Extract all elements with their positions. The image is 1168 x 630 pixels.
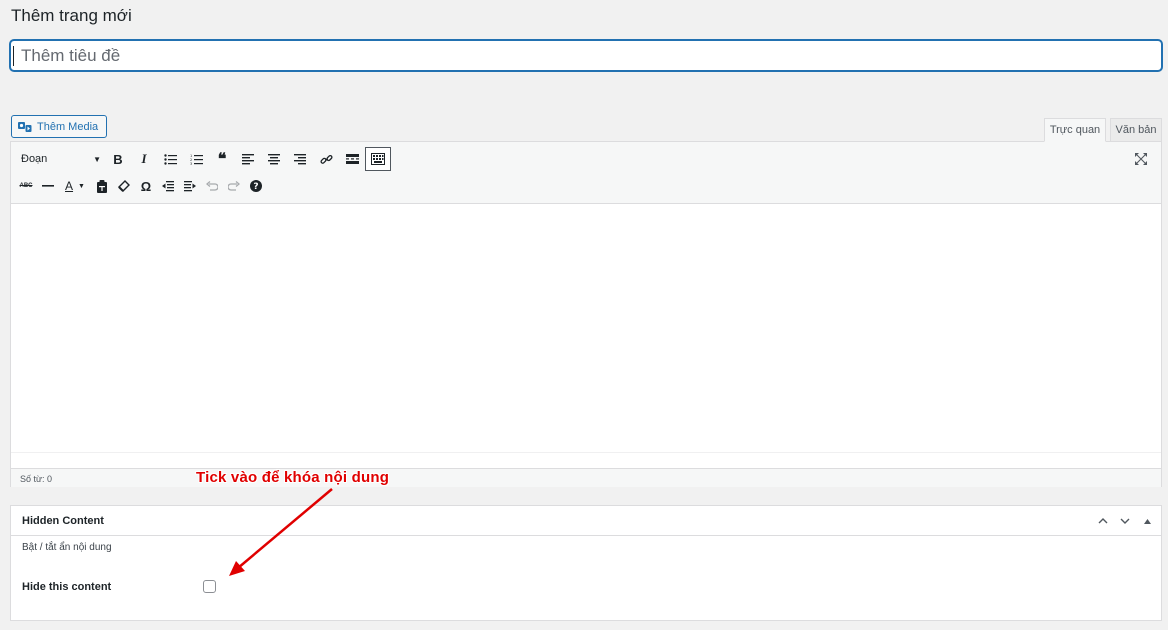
tab-text[interactable]: Văn bản <box>1110 118 1162 142</box>
metabox-title: Hidden Content <box>11 506 1161 536</box>
move-down-icon[interactable] <box>1117 513 1133 529</box>
metabox-controls <box>1095 513 1155 529</box>
editor-content-area[interactable] <box>11 204 1161 452</box>
align-left-icon[interactable] <box>235 147 261 171</box>
dropdown-arrow-icon: ▼ <box>93 154 101 164</box>
hidden-content-metabox: Hidden Content Bật / tắt ẩn nội dung Hid… <box>10 505 1162 621</box>
svg-text:?: ? <box>253 182 258 192</box>
toolbar-row-1: Đoạn ▼ B I 123 ❝ <box>15 146 391 172</box>
align-center-icon[interactable] <box>261 147 287 171</box>
annotation-text: Tick vào để khóa nội dung <box>196 469 390 486</box>
editor-divider <box>11 452 1161 453</box>
read-more-icon[interactable] <box>339 147 365 171</box>
format-select-value: Đoạn <box>21 153 48 165</box>
blockquote-icon[interactable]: ❝ <box>209 147 235 171</box>
add-media-button[interactable]: Thêm Media <box>11 115 108 138</box>
move-up-icon[interactable] <box>1095 513 1111 529</box>
toolbar-toggle-icon[interactable] <box>365 147 391 171</box>
numbered-list-icon[interactable]: 123 <box>183 147 209 171</box>
bold-icon[interactable]: B <box>105 147 131 171</box>
link-icon[interactable] <box>313 147 339 171</box>
special-character-icon[interactable]: Ω <box>135 174 157 198</box>
word-count: Số từ: 0 <box>11 468 1161 487</box>
hide-content-label: Hide this content <box>22 581 112 593</box>
undo-icon[interactable] <box>201 174 223 198</box>
format-select[interactable]: Đoạn ▼ <box>15 147 105 171</box>
metabox-description: Bật / tắt ẩn nội dung <box>22 542 112 553</box>
tab-visual[interactable]: Trực quan <box>1044 118 1106 142</box>
editor: Đoạn ▼ B I 123 ❝ ABC A ▼ Ω ? Số từ: 0 <box>10 141 1162 487</box>
editor-toolbar: Đoạn ▼ B I 123 ❝ ABC A ▼ Ω ? <box>11 142 1161 204</box>
fullscreen-icon[interactable] <box>1129 148 1153 170</box>
bullet-list-icon[interactable] <box>157 147 183 171</box>
add-media-label: Thêm Media <box>37 120 99 133</box>
italic-icon[interactable]: I <box>131 147 157 171</box>
svg-text:3: 3 <box>190 162 192 165</box>
help-icon[interactable]: ? <box>245 174 267 198</box>
hide-content-checkbox[interactable] <box>203 580 216 593</box>
align-right-icon[interactable] <box>287 147 313 171</box>
media-icon <box>18 121 32 133</box>
collapse-toggle-icon[interactable] <box>1139 513 1155 529</box>
indent-icon[interactable] <box>179 174 201 198</box>
paste-text-icon[interactable] <box>91 174 113 198</box>
text-color-icon[interactable]: A ▼ <box>59 174 91 198</box>
redo-icon[interactable] <box>223 174 245 198</box>
clear-formatting-icon[interactable] <box>113 174 135 198</box>
strikethrough-icon[interactable]: ABC <box>15 174 37 198</box>
horizontal-line-icon[interactable] <box>37 174 59 198</box>
outdent-icon[interactable] <box>157 174 179 198</box>
title-input[interactable] <box>10 40 1162 71</box>
toolbar-row-2: ABC A ▼ Ω ? <box>15 173 267 199</box>
text-caret <box>13 46 14 66</box>
page-title: Thêm trang mới <box>11 6 132 25</box>
